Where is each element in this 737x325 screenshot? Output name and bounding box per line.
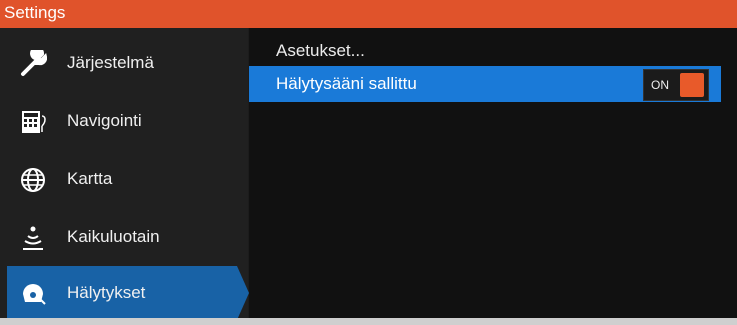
toggle-knob: [680, 73, 704, 97]
sidebar-item-label: Kaikuluotain: [67, 227, 160, 246]
sonar-icon: [19, 224, 47, 252]
alarm-sound-toggle[interactable]: ON: [643, 69, 709, 101]
alarm-icon: [19, 280, 47, 308]
sidebar-item-label: Hälytykset: [67, 283, 146, 302]
sidebar-item-jarjestelma[interactable]: Järjestelmä: [7, 36, 237, 90]
title-bar: Settings: [0, 0, 737, 28]
globe-icon: [19, 166, 47, 194]
sidebar-item-label: Kartta: [67, 169, 113, 188]
settings-panel: Asetukset... Hälytysääni sallittu ON: [249, 28, 737, 318]
settings-link[interactable]: Asetukset...: [276, 41, 365, 61]
sidebar-item-halytykset[interactable]: Hälytykset: [7, 266, 249, 320]
alarm-sound-row[interactable]: Hälytysääni sallittu ON: [249, 66, 721, 102]
sidebar-item-label: Järjestelmä: [67, 53, 154, 72]
wrench-icon: [19, 50, 47, 78]
calculator-icon: [19, 108, 47, 136]
sidebar-item-kaikuluotain[interactable]: Kaikuluotain: [7, 210, 237, 264]
window-title: Settings: [4, 3, 66, 22]
settings-window: Settings Järjestelmä Navigointi Kartta K…: [0, 0, 737, 325]
sidebar-item-navigointi[interactable]: Navigointi: [7, 94, 237, 148]
sidebar-item-label: Navigointi: [67, 111, 142, 130]
alarm-sound-label: Hälytysääni sallittu: [276, 74, 417, 93]
toggle-state-label: ON: [651, 78, 669, 92]
sidebar-item-kartta[interactable]: Kartta: [7, 152, 237, 206]
sidebar: Järjestelmä Navigointi Kartta Kaikuluota…: [0, 28, 249, 320]
bottom-bar: [0, 318, 737, 325]
